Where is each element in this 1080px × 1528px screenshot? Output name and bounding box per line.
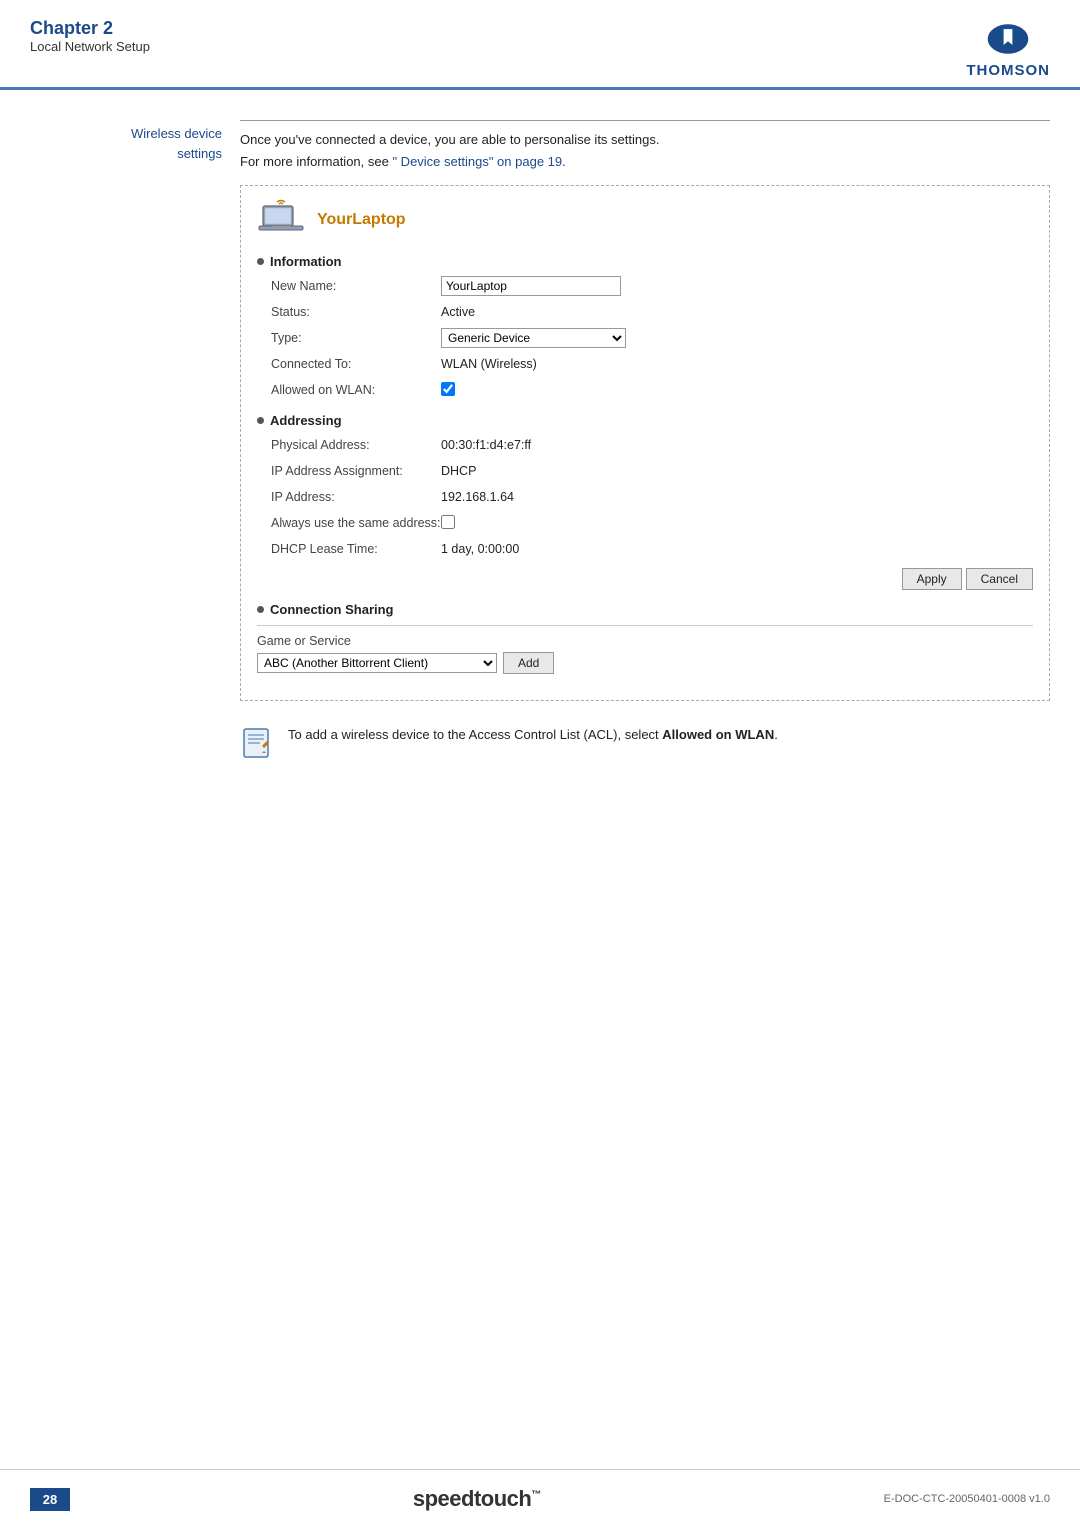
connection-sharing-subsection: Connection Sharing Game or Service ABC (…: [257, 602, 1033, 674]
device-title: YourLaptop: [317, 211, 406, 229]
intro-line2: For more information, see " Device setti…: [240, 154, 566, 169]
intro-text: Once you've connected a device, you are …: [240, 129, 1050, 173]
page-footer: 28 speedtouch™ E-DOC-CTC-20050401-0008 v…: [0, 1469, 1080, 1528]
always-use-label: Always use the same address:: [271, 516, 441, 530]
thomson-logo: THOMSON: [966, 18, 1050, 79]
status-value: Active: [441, 305, 771, 319]
allowed-wlan-row: Allowed on WLAN:: [271, 379, 771, 401]
new-name-label: New Name:: [271, 279, 441, 293]
note-box: To add a wireless device to the Access C…: [240, 717, 1050, 769]
section-label: Wireless device settings: [30, 120, 240, 769]
ip-address-label: IP Address:: [271, 490, 441, 504]
note-icon: [240, 725, 276, 761]
allowed-wlan-checkbox-container: [441, 382, 771, 399]
always-use-checkbox-container: [441, 515, 771, 532]
footer-logo: speedtouch™: [413, 1486, 541, 1512]
bullet-dot-3: [257, 606, 264, 613]
status-row: Status: Active: [271, 301, 771, 323]
wireless-device-section: Wireless device settings Once you've con…: [30, 120, 1050, 769]
device-panel: YourLaptop Information New Name:: [240, 185, 1050, 701]
footer-logo-sup: ™: [531, 1490, 541, 1501]
connection-sharing-row: ABC (Another Bittorrent Client) HTTP FTP…: [257, 652, 1033, 674]
section-label-line1: Wireless device: [30, 124, 222, 144]
chapter-subtitle: Local Network Setup: [30, 39, 150, 54]
add-button[interactable]: Add: [503, 652, 554, 674]
ip-assign-label: IP Address Assignment:: [271, 464, 441, 478]
new-name-row: New Name:: [271, 275, 771, 297]
section-content: Once you've connected a device, you are …: [240, 120, 1050, 769]
type-select-container: Generic Device Computer Game Console Mob…: [441, 328, 771, 348]
section-label-line2: settings: [30, 144, 222, 164]
connected-to-value: WLAN (Wireless): [441, 357, 771, 371]
note-text-after: .: [774, 727, 778, 742]
ip-assign-value: DHCP: [441, 464, 771, 478]
physical-address-label: Physical Address:: [271, 438, 441, 452]
status-label: Status:: [271, 305, 441, 319]
intro-line1: Once you've connected a device, you are …: [240, 132, 659, 147]
addressing-form-table: Physical Address: 00:30:f1:d4:e7:ff IP A…: [271, 434, 771, 560]
always-use-checkbox[interactable]: [441, 515, 455, 529]
information-title: Information: [257, 254, 1033, 269]
connected-to-row: Connected To: WLAN (Wireless): [271, 353, 771, 375]
main-content: Wireless device settings Once you've con…: [0, 90, 1080, 869]
connected-to-label: Connected To:: [271, 357, 441, 371]
cancel-button[interactable]: Cancel: [966, 568, 1033, 590]
connection-sharing-title: Connection Sharing: [257, 602, 1033, 617]
addressing-title: Addressing: [257, 413, 1033, 428]
new-name-input[interactable]: [441, 276, 621, 296]
game-service-label: Game or Service: [257, 634, 351, 648]
chapter-info: Chapter 2 Local Network Setup: [30, 18, 150, 54]
type-select[interactable]: Generic Device Computer Game Console Mob…: [441, 328, 626, 348]
new-name-field-container: [441, 276, 771, 296]
ip-assign-row: IP Address Assignment: DHCP: [271, 460, 771, 482]
allowed-wlan-label: Allowed on WLAN:: [271, 383, 441, 397]
information-subsection: Information New Name: Status:: [257, 254, 1033, 401]
bullet-dot-2: [257, 417, 264, 424]
note-text-before: To add a wireless device to the Access C…: [288, 727, 662, 742]
note-text: To add a wireless device to the Access C…: [288, 725, 778, 746]
device-icon: [257, 196, 305, 244]
dhcp-lease-value: 1 day, 0:00:00: [441, 542, 771, 556]
dhcp-lease-label: DHCP Lease Time:: [271, 542, 441, 556]
info-form-table: New Name: Status: Active Type:: [271, 275, 771, 401]
physical-address-value: 00:30:f1:d4:e7:ff: [441, 438, 771, 452]
thomson-logo-icon: [987, 18, 1029, 60]
apply-button[interactable]: Apply: [902, 568, 962, 590]
addressing-subsection: Addressing Physical Address: 00:30:f1:d4…: [257, 413, 1033, 590]
page-number: 28: [30, 1488, 70, 1511]
device-settings-link[interactable]: " Device settings" on page 19: [392, 154, 562, 169]
allowed-wlan-checkbox[interactable]: [441, 382, 455, 396]
connection-sharing-select[interactable]: ABC (Another Bittorrent Client) HTTP FTP…: [257, 653, 497, 673]
game-service-label-row: Game or Service: [257, 634, 1033, 648]
sharing-divider: [257, 625, 1033, 626]
footer-logo-regular: speed: [413, 1486, 474, 1511]
device-panel-header: YourLaptop: [257, 196, 1033, 244]
always-use-row: Always use the same address:: [271, 512, 771, 534]
ip-address-row: IP Address: 192.168.1.64: [271, 486, 771, 508]
type-label: Type:: [271, 331, 441, 345]
footer-doc-id: E-DOC-CTC-20050401-0008 v1.0: [884, 1493, 1050, 1505]
type-row: Type: Generic Device Computer Game Conso…: [271, 327, 771, 349]
thomson-logo-text: THOMSON: [966, 62, 1050, 79]
ip-address-value: 192.168.1.64: [441, 490, 771, 504]
action-buttons: Apply Cancel: [257, 568, 1033, 590]
page-header: Chapter 2 Local Network Setup THOMSON: [0, 0, 1080, 90]
physical-address-row: Physical Address: 00:30:f1:d4:e7:ff: [271, 434, 771, 456]
bullet-dot: [257, 258, 264, 265]
footer-logo-bold: touch™: [474, 1486, 541, 1511]
note-text-bold: Allowed on WLAN: [662, 727, 774, 742]
chapter-title: Chapter 2: [30, 18, 150, 39]
dhcp-lease-row: DHCP Lease Time: 1 day, 0:00:00: [271, 538, 771, 560]
